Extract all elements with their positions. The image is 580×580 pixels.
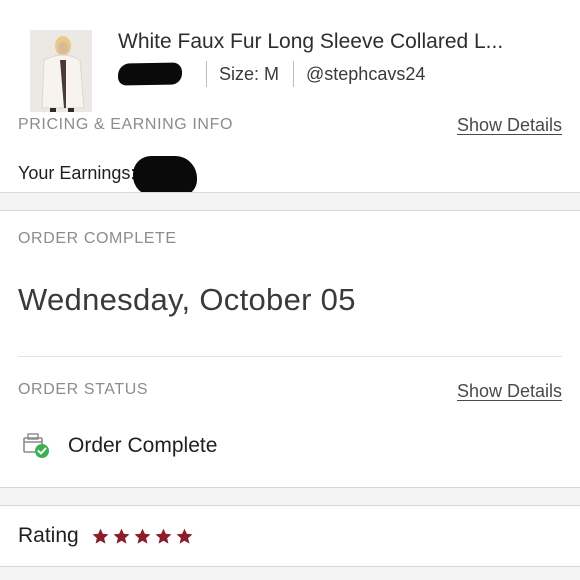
earnings-label: Your Earnings: [18, 162, 136, 183]
pricing-section-label: PRICING & EARNING INFO [18, 116, 233, 133]
section-gap [0, 487, 580, 506]
listing-meta: Size: M @stephcavs24 [117, 61, 425, 87]
star-icon [176, 528, 193, 544]
pricing-show-details-link[interactable]: Show Details [457, 115, 562, 136]
order-section-label: ORDER COMPLETE [18, 230, 177, 247]
rating-row: Rating [18, 524, 196, 548]
listing-title[interactable]: White Faux Fur Long Sleeve Collared L... [118, 30, 503, 54]
size-label: Size: M [219, 63, 280, 84]
divider [293, 61, 295, 87]
seller-username[interactable]: @stephcavs24 [306, 64, 425, 85]
redacted-price [117, 62, 183, 86]
star-icon [92, 528, 109, 544]
rating-stars [91, 527, 196, 546]
section-gap [0, 566, 580, 580]
divider [18, 356, 562, 357]
rating-label: Rating [18, 524, 79, 547]
listing-summary[interactable]: White Faux Fur Long Sleeve Collared L...… [0, 0, 580, 120]
coat-photo-icon [30, 30, 92, 112]
section-gap [0, 192, 580, 211]
star-icon [113, 528, 130, 544]
package-check-icon [23, 433, 49, 458]
order-status-row: Order Complete [22, 433, 217, 459]
listing-thumbnail[interactable] [30, 30, 92, 112]
status-section-label: ORDER STATUS [18, 381, 149, 398]
star-icon [134, 528, 151, 544]
order-complete-date: Wednesday, October 05 [18, 282, 356, 317]
earnings-row: Your Earnings: [18, 150, 198, 196]
star-icon [155, 528, 172, 544]
status-show-details-link[interactable]: Show Details [457, 381, 562, 402]
divider [206, 61, 207, 87]
redacted-earnings [133, 156, 198, 196]
order-status-value: Order Complete [68, 434, 218, 457]
